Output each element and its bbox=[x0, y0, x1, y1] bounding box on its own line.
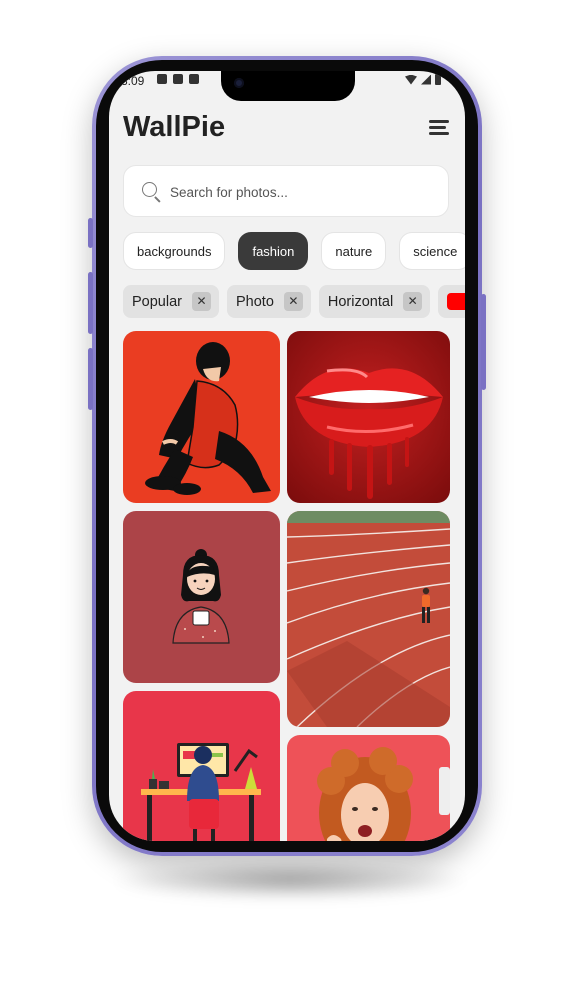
status-time: 3:09 bbox=[121, 74, 145, 88]
category-chip-backgrounds[interactable]: backgrounds bbox=[123, 232, 226, 270]
mute-switch bbox=[88, 218, 93, 248]
sd-card-icon bbox=[173, 74, 183, 84]
power-button bbox=[481, 294, 486, 390]
photo-tile-lips[interactable] bbox=[287, 331, 450, 503]
photo-tile-running-track[interactable] bbox=[287, 511, 450, 727]
photo-desk bbox=[123, 691, 280, 841]
status-system-icons bbox=[405, 74, 441, 85]
search-icon bbox=[142, 182, 162, 203]
close-icon[interactable]: ✕ bbox=[403, 292, 423, 311]
photo-woman-sitting bbox=[123, 331, 280, 503]
camera-icon bbox=[234, 78, 244, 88]
close-icon[interactable]: ✕ bbox=[283, 292, 303, 311]
category-chips: backgrounds fashion nature science bbox=[123, 232, 465, 272]
wifi-icon bbox=[405, 74, 417, 85]
phone-shadow bbox=[110, 860, 470, 900]
hamburger-menu-icon[interactable] bbox=[429, 120, 449, 136]
filter-label: Popular bbox=[132, 293, 182, 310]
photo-lips bbox=[287, 331, 450, 503]
battery-icon bbox=[435, 74, 441, 85]
photo-surprised-woman bbox=[287, 735, 450, 841]
photo-grid bbox=[123, 331, 450, 841]
category-chip-nature[interactable]: nature bbox=[321, 232, 387, 270]
color-swatch bbox=[447, 293, 465, 310]
filter-label: Horizontal bbox=[327, 293, 394, 310]
status-notification-icons bbox=[157, 74, 199, 84]
volume-down-button bbox=[88, 348, 93, 410]
signal-icon bbox=[421, 74, 431, 85]
photo-tile-desk[interactable] bbox=[123, 691, 280, 841]
app-title: WallPie bbox=[123, 111, 226, 143]
photo-running-track bbox=[287, 511, 450, 727]
search-bar[interactable] bbox=[123, 165, 449, 217]
photo-tile-girl-cup[interactable] bbox=[123, 511, 280, 683]
filter-label: Photo bbox=[235, 293, 274, 310]
filter-chip-color[interactable] bbox=[438, 285, 465, 318]
device-mockup: 3:09 WallPie backgrounds fashion bbox=[0, 0, 573, 1003]
category-chip-fashion[interactable]: fashion bbox=[238, 232, 309, 270]
app-notification-icon bbox=[189, 74, 199, 84]
photo-tile-surprised-woman[interactable] bbox=[287, 735, 450, 841]
category-chip-science[interactable]: science bbox=[399, 232, 465, 270]
close-icon[interactable]: ✕ bbox=[191, 292, 211, 311]
volume-up-button bbox=[88, 272, 93, 334]
active-filters: Popular ✕ Photo ✕ Horizontal ✕ bbox=[123, 285, 465, 319]
photo-girl-cup bbox=[123, 511, 280, 683]
filter-chip-popular: Popular ✕ bbox=[123, 285, 219, 318]
filter-chip-horizontal: Horizontal ✕ bbox=[318, 285, 431, 318]
photo-tile-woman-sitting[interactable] bbox=[123, 331, 280, 503]
shield-icon bbox=[157, 74, 167, 84]
filter-chip-photo: Photo ✕ bbox=[226, 285, 311, 318]
app-screen: 3:09 WallPie backgrounds fashion bbox=[109, 71, 465, 841]
search-input[interactable] bbox=[168, 180, 432, 204]
